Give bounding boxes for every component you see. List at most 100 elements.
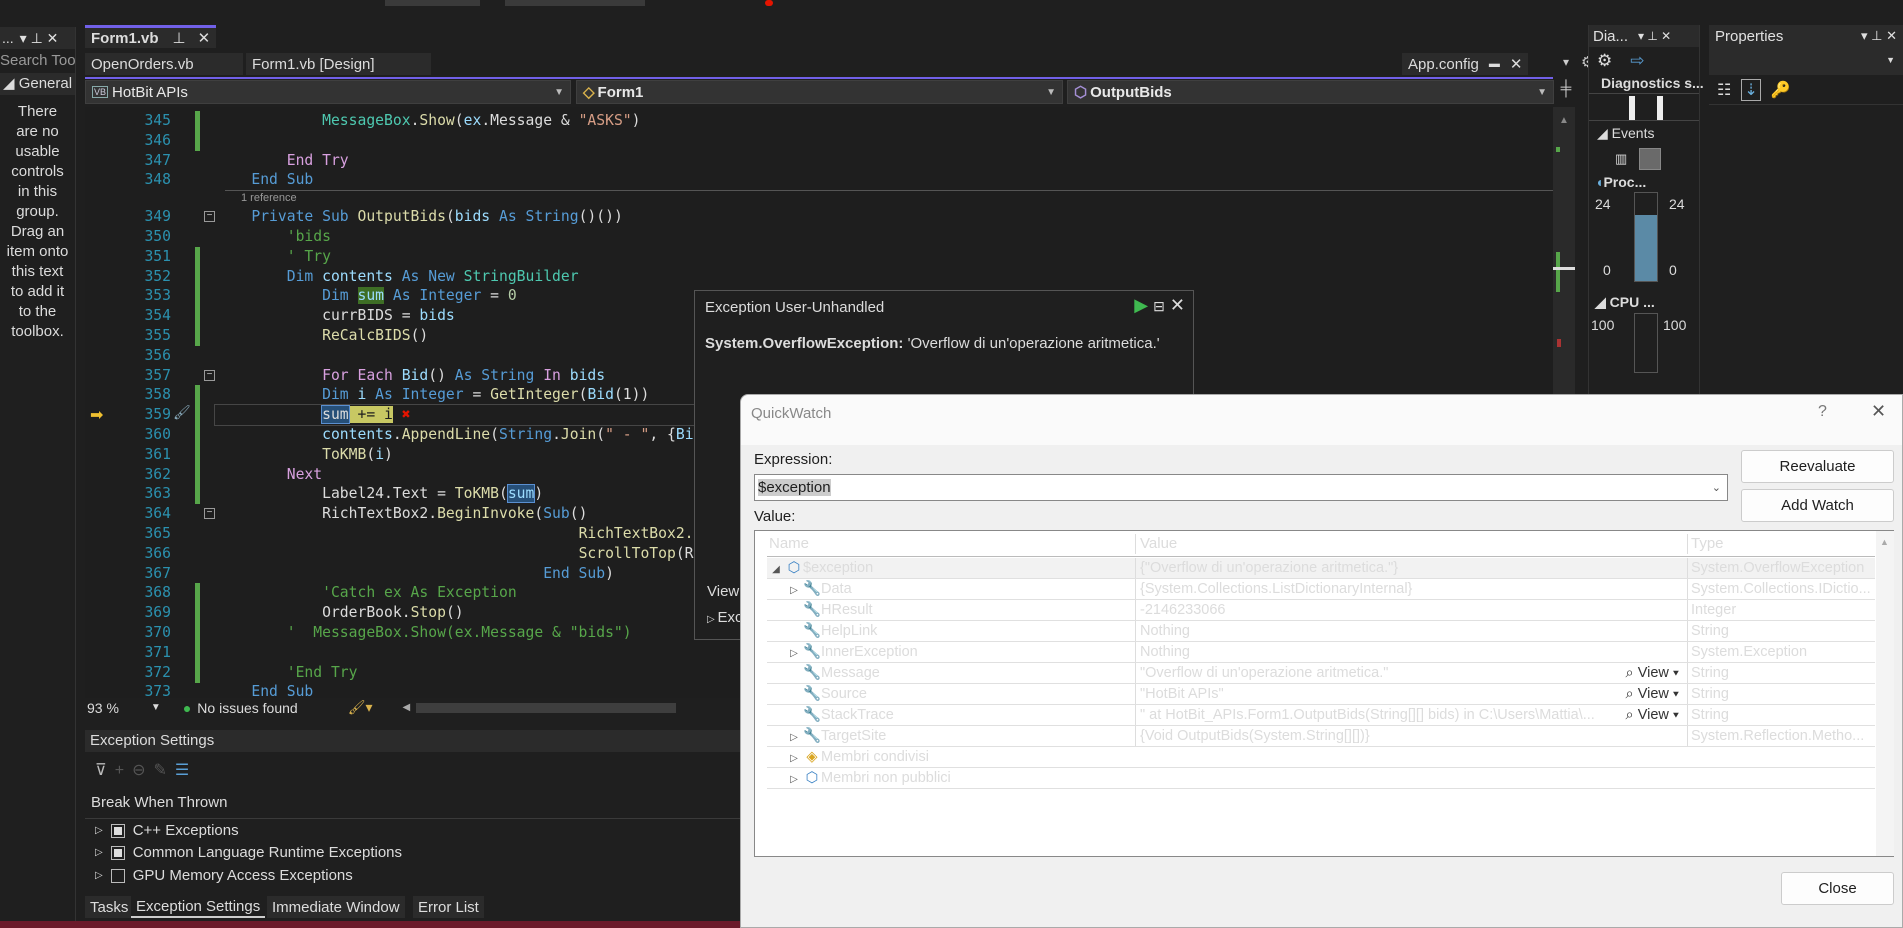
pause-icon[interactable]: ▥ — [1615, 151, 1627, 167]
expand-icon[interactable]: ▷ — [785, 770, 803, 790]
panel-controls-icon[interactable]: ▾ ⊥ ✕ — [1861, 28, 1897, 44]
watch-row[interactable]: 🔧HelpLink Nothing String — [767, 621, 1875, 642]
exception-category[interactable]: ▷ GPU Memory Access Exceptions — [95, 867, 353, 884]
close-icon[interactable]: ✕ — [1510, 55, 1523, 73]
close-icon[interactable]: ✕ — [198, 29, 211, 47]
watch-row[interactable]: 🔧Source "HotBit APIs" ⌕ View ▾ String — [767, 684, 1875, 705]
select-tools-icon[interactable]: ⇨ — [1630, 51, 1644, 70]
visualizer-view-button[interactable]: ⌕ View ▾ — [1626, 663, 1679, 683]
tab-tasks[interactable]: Tasks — [85, 896, 134, 918]
exception-category[interactable]: ▷ C++ Exceptions — [95, 822, 239, 839]
expand-icon[interactable]: ▷ — [785, 728, 803, 748]
tab-form1-design[interactable]: Form1.vb [Design] — [246, 53, 431, 75]
code-line[interactable]: 352 Dim contents As New StringBuilder — [85, 267, 1553, 287]
expand-icon[interactable]: ▷ — [95, 825, 103, 836]
close-icon[interactable]: ✕ — [1871, 401, 1886, 422]
collapse-icon[interactable]: − — [204, 369, 215, 381]
toolbox-group-general[interactable]: ◢ General — [0, 73, 75, 95]
dropdown-icon[interactable]: ▾ ⊥ ✕ — [20, 30, 59, 47]
process-memory-section[interactable]: ◖Proc... — [1589, 172, 1699, 192]
collapse-icon[interactable]: − — [204, 508, 215, 520]
close-icon[interactable]: ✕ — [1170, 295, 1185, 315]
chevron-down-icon[interactable]: ⌄ — [1712, 481, 1721, 494]
stop-icon[interactable] — [765, 0, 773, 6]
remove-icon[interactable]: ⊖ — [132, 762, 153, 779]
column-name[interactable]: Name — [767, 534, 1135, 554]
expression-input[interactable]: $exception ⌄ — [754, 474, 1728, 501]
checkbox[interactable] — [110, 868, 125, 883]
scroll-thumb[interactable] — [1553, 267, 1575, 270]
scroll-up-icon[interactable]: ▲ — [1559, 115, 1569, 126]
pin-icon[interactable]: ⊟ — [1153, 298, 1165, 314]
tab-immediate-window[interactable]: Immediate Window — [267, 896, 405, 918]
continue-icon[interactable]: ▶ — [1134, 295, 1148, 315]
expand-icon[interactable]: ▷ — [785, 749, 803, 769]
scroll-left-icon[interactable]: ◀ — [403, 702, 411, 713]
toolbox-search[interactable]: Search Tool — [0, 49, 75, 73]
grid-scrollbar[interactable]: ▲ — [1876, 531, 1894, 856]
watch-row[interactable]: ◢ ⬡ $exception {"Overflow di un'operazione … — [767, 558, 1875, 579]
code-line[interactable]: 351 ' Try — [85, 247, 1553, 267]
exception-settings-expander[interactable]: ▷ Exc — [707, 609, 742, 626]
code-line[interactable]: 350 'bids — [85, 227, 1553, 247]
split-window-icon[interactable]: ╪ — [1556, 80, 1576, 104]
object-selector[interactable]: ▼ — [1709, 47, 1903, 75]
collapse-icon[interactable]: − — [204, 211, 215, 223]
member-dropdown[interactable]: ⬡ OutputBids ▼ — [1067, 80, 1554, 104]
project-dropdown[interactable]: VB HotBit APIs ▼ — [85, 80, 571, 104]
expand-icon[interactable]: ◢ — [767, 560, 785, 580]
tab-openorders[interactable]: OpenOrders.vb — [85, 53, 243, 75]
panel-controls-icon[interactable]: ▾ ⊥ ✕ — [1638, 29, 1671, 43]
add-watch-button[interactable]: Add Watch — [1741, 489, 1894, 522]
watch-row[interactable]: ▷ ⬡ Membri non pubblici — [767, 768, 1875, 789]
code-line[interactable]: 349 Private Sub OutputBids(bids As Strin… — [85, 207, 1553, 227]
tab-exception-settings[interactable]: Exception Settings — [131, 896, 266, 918]
watch-row[interactable]: 🔧HResult -2146233066 Integer — [767, 600, 1875, 621]
visualizer-view-button[interactable]: ⌕ View ▾ — [1626, 705, 1679, 725]
pin-icon[interactable]: ▬ — [1489, 58, 1500, 70]
filter-icon[interactable]: ⊽ — [95, 762, 115, 779]
code-cleanup-icon[interactable]: 🖌▾ — [348, 699, 373, 716]
tab-error-list[interactable]: Error List — [413, 896, 484, 918]
execution-pointer-icon[interactable]: ➡ — [90, 405, 103, 425]
watch-grid[interactable]: Name Value Type ▲ ◢ ⬡ $exception {"Overflow… — [754, 530, 1894, 857]
quickwatch-titlebar[interactable] — [741, 395, 1902, 445]
checkbox[interactable] — [110, 845, 125, 860]
tab-form1-vb[interactable]: Form1.vb ⊥ ✕ — [85, 25, 217, 48]
watch-row[interactable]: ▷ 🔧Data {System.Collections.ListDictionary… — [767, 579, 1875, 600]
view-details-link[interactable]: View — [707, 583, 739, 600]
expand-icon[interactable]: ▷ — [785, 644, 803, 664]
horizontal-scrollbar[interactable] — [416, 702, 677, 713]
class-dropdown[interactable]: ◇ Form1 ▼ — [576, 80, 1063, 104]
column-value[interactable]: Value — [1135, 534, 1687, 554]
cpu-section[interactable]: ◢ CPU ... — [1589, 292, 1699, 313]
watch-row[interactable]: 🔧StackTrace " at HotBit_APIs.Form1.Output… — [767, 705, 1875, 726]
code-line[interactable]: 347 End Try — [85, 151, 1553, 171]
tab-list-dropdown-icon[interactable]: ▾ — [1563, 55, 1569, 69]
reevaluate-button[interactable]: Reevaluate — [1741, 450, 1894, 483]
expand-icon[interactable]: ▷ — [95, 870, 103, 881]
toolbar-dropdown[interactable] — [505, 0, 645, 6]
watch-row[interactable]: 🔧Message "Overflow di un'operazione aritm… — [767, 663, 1875, 684]
chevron-down-icon[interactable]: ▼ — [151, 702, 161, 713]
restore-defaults-icon[interactable]: ☰ — [175, 762, 197, 779]
pin-icon[interactable]: ⊥ — [173, 29, 186, 47]
expand-icon[interactable]: ▷ — [785, 581, 803, 601]
code-line[interactable]: 345 MessageBox.Show(ex.Message & "ASKS") — [85, 111, 1553, 131]
watch-row[interactable]: ▷ 🔧TargetSite {Void OutputBids(System.Stri… — [767, 726, 1875, 747]
visualizer-view-button[interactable]: ⌕ View ▾ — [1626, 684, 1679, 704]
help-button[interactable]: ? — [1818, 403, 1827, 421]
alphabetical-icon[interactable]: ⇣ — [1741, 78, 1761, 101]
settings-gear-icon[interactable]: ⚙ — [1597, 51, 1612, 70]
scroll-up-icon[interactable]: ▲ — [1880, 537, 1889, 547]
expand-icon[interactable]: ▷ — [95, 847, 103, 858]
zoom-level[interactable]: 93 % — [87, 700, 119, 716]
quick-action-icon[interactable]: 🖌 — [173, 404, 191, 421]
exception-category[interactable]: ▷ Common Language Runtime Exceptions — [95, 844, 402, 861]
add-icon[interactable]: + — [115, 762, 132, 779]
watch-row[interactable]: ▷ ◈ Membri condivisi — [767, 747, 1875, 768]
watch-row[interactable]: ▷ 🔧InnerException Nothing System.Exception — [767, 642, 1875, 663]
categorized-icon[interactable]: ☷ — [1717, 80, 1731, 100]
events-section[interactable]: ◢ Events — [1589, 121, 1699, 146]
timeline[interactable] — [1589, 93, 1699, 121]
